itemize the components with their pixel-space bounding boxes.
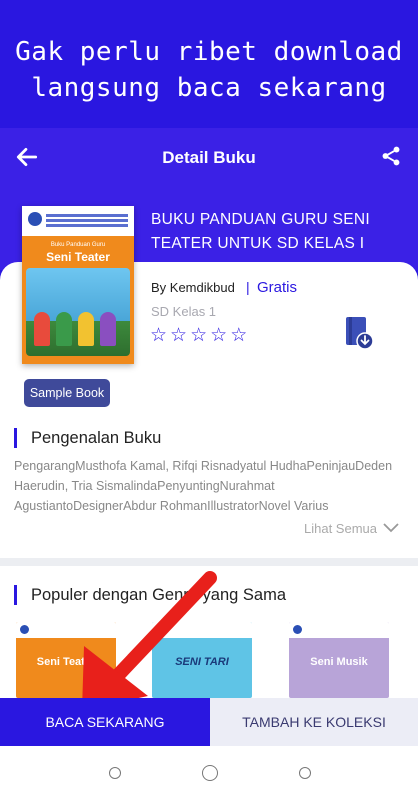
section-divider <box>0 558 418 566</box>
share-icon[interactable] <box>380 144 402 168</box>
separator: | <box>246 279 250 295</box>
chevron-down-icon[interactable] <box>382 521 400 535</box>
cover-header-band <box>152 622 252 638</box>
book-cover: Buku Panduan Guru Seni Teater <box>22 206 134 364</box>
star-icon[interactable]: ☆ <box>150 326 167 346</box>
system-nav-bar <box>0 746 418 800</box>
star-icon[interactable]: ☆ <box>230 326 247 346</box>
book-title: BUKU PANDUAN GURU SENI TEATER UNTUK SD K… <box>151 211 371 252</box>
popular-book-2[interactable]: SENI TARI <box>152 622 252 698</box>
book-level: SD Kelas 1 <box>151 304 217 319</box>
star-icon[interactable]: ☆ <box>170 326 187 346</box>
popular-book-3[interactable]: Seni Musik <box>289 622 389 698</box>
intro-text: PengarangMusthofa Kamal, Rifqi Risnadyat… <box>14 459 393 513</box>
cover-illustration <box>26 268 130 356</box>
popular-book-title: Seni Musik <box>310 656 368 668</box>
star-icon[interactable]: ☆ <box>190 326 207 346</box>
cover-header-band <box>289 622 389 638</box>
popular-heading: Populer dengan Genre yang Sama <box>14 585 286 605</box>
nav-home-button[interactable] <box>202 765 218 781</box>
nav-back-button[interactable] <box>299 767 311 779</box>
cover-title: Seni Teater <box>46 250 110 264</box>
kid-figure <box>56 312 72 346</box>
intro-heading: Pengenalan Buku <box>14 428 161 448</box>
cover-header-band <box>16 622 116 638</box>
popular-book-1[interactable]: Seni Teater <box>16 622 116 698</box>
app-bar: Detail Buku <box>0 128 418 190</box>
cover-subtitle: Buku Panduan Guru <box>50 242 106 248</box>
cover-header-lines <box>46 214 128 217</box>
ministry-logo-icon <box>156 625 165 634</box>
book-author: By Kemdikbud <box>151 280 235 295</box>
see-all-link[interactable]: Lihat Semua <box>304 521 377 536</box>
add-to-collection-button[interactable]: TAMBAH KE KOLEKSI <box>210 698 418 746</box>
promo-banner: Gak perlu ribet download langsung baca s… <box>0 0 418 128</box>
kid-figure <box>100 312 116 346</box>
kid-figure <box>34 312 50 346</box>
nav-recent-button[interactable] <box>109 767 121 779</box>
popular-book-title: SENI TARI <box>175 656 229 668</box>
book-price: Gratis <box>257 279 298 296</box>
star-icon[interactable]: ☆ <box>210 326 227 346</box>
promo-line-1: Gak perlu ribet download <box>15 37 403 67</box>
sample-book-button[interactable]: Sample Book <box>24 379 110 407</box>
bottom-actions: BACA SEKARANG TAMBAH KE KOLEKSI <box>0 698 418 746</box>
ministry-logo-icon <box>28 212 42 226</box>
rating-stars[interactable]: ☆ ☆ ☆ ☆ ☆ <box>150 326 247 346</box>
promo-line-2: langsung baca sekarang <box>31 73 387 103</box>
kid-figure <box>78 312 94 346</box>
read-now-button[interactable]: BACA SEKARANG <box>0 698 210 746</box>
ministry-logo-icon <box>20 625 29 634</box>
popular-book-title: Seni Teater <box>36 656 96 668</box>
page-title: Detail Buku <box>162 148 256 167</box>
book-download-icon[interactable] <box>344 316 374 350</box>
ministry-logo-icon <box>293 625 302 634</box>
